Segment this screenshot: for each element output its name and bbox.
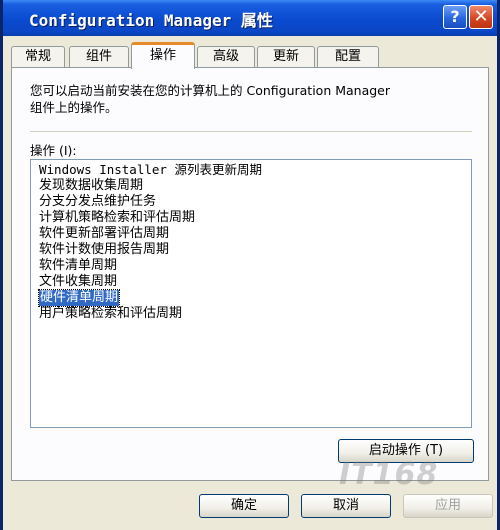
tab-actions[interactable]: 操作 <box>131 42 195 69</box>
title-bar[interactable]: Configuration Manager 属性 ? ✕ <box>3 0 497 36</box>
description-line-2: 组件上的操作。 <box>30 100 118 115</box>
list-item[interactable]: 文件收集周期 <box>31 274 471 290</box>
help-button[interactable]: ? <box>443 5 467 29</box>
apply-button[interactable]: 应用 <box>403 494 493 518</box>
watermark-logo: IT168 <box>339 457 439 492</box>
tab-configuration[interactable]: 配置 <box>317 46 379 68</box>
list-item[interactable]: 软件清单周期 <box>31 258 471 274</box>
tab-updates[interactable]: 更新 <box>257 46 315 68</box>
description-line-1: 您可以启动当前安装在您的计算机上的 Configuration Manager <box>30 83 391 98</box>
actions-list-label: 操作 (I): <box>30 143 77 158</box>
list-item[interactable]: 软件更新部署评估周期 <box>31 226 471 242</box>
separator <box>30 131 472 132</box>
properties-dialog: Configuration Manager 属性 ? ✕ 常规 组件 操作 高级… <box>0 0 500 530</box>
tab-advanced[interactable]: 高级 <box>197 46 255 68</box>
cancel-button[interactable]: 取消 <box>301 494 391 518</box>
list-item[interactable]: 发现数据收集周期 <box>31 178 471 194</box>
tab-general[interactable]: 常规 <box>11 46 65 68</box>
actions-list[interactable]: Windows Installer 源列表更新周期 发现数据收集周期 分支分发点… <box>30 159 472 428</box>
list-item[interactable]: Windows Installer 源列表更新周期 <box>31 162 471 178</box>
tab-strip: 常规 组件 操作 高级 更新 配置 <box>11 42 495 69</box>
window-title: Configuration Manager 属性 <box>29 11 273 30</box>
list-item[interactable]: 分支分发点维护任务 <box>31 194 471 210</box>
list-item-selected[interactable]: 硬件清单周期 <box>31 289 471 307</box>
ok-button[interactable]: 确定 <box>199 494 289 518</box>
tab-components[interactable]: 组件 <box>69 46 129 68</box>
description: 您可以启动当前安装在您的计算机上的 Configuration Manager … <box>30 82 470 116</box>
close-button[interactable]: ✕ <box>469 5 493 29</box>
list-item[interactable]: 计算机策略检索和评估周期 <box>31 210 471 226</box>
list-item[interactable]: 用户策略检索和评估周期 <box>31 306 471 322</box>
list-item[interactable]: 软件计数使用报告周期 <box>31 242 471 258</box>
actions-panel: 您可以启动当前安装在您的计算机上的 Configuration Manager … <box>11 67 489 481</box>
